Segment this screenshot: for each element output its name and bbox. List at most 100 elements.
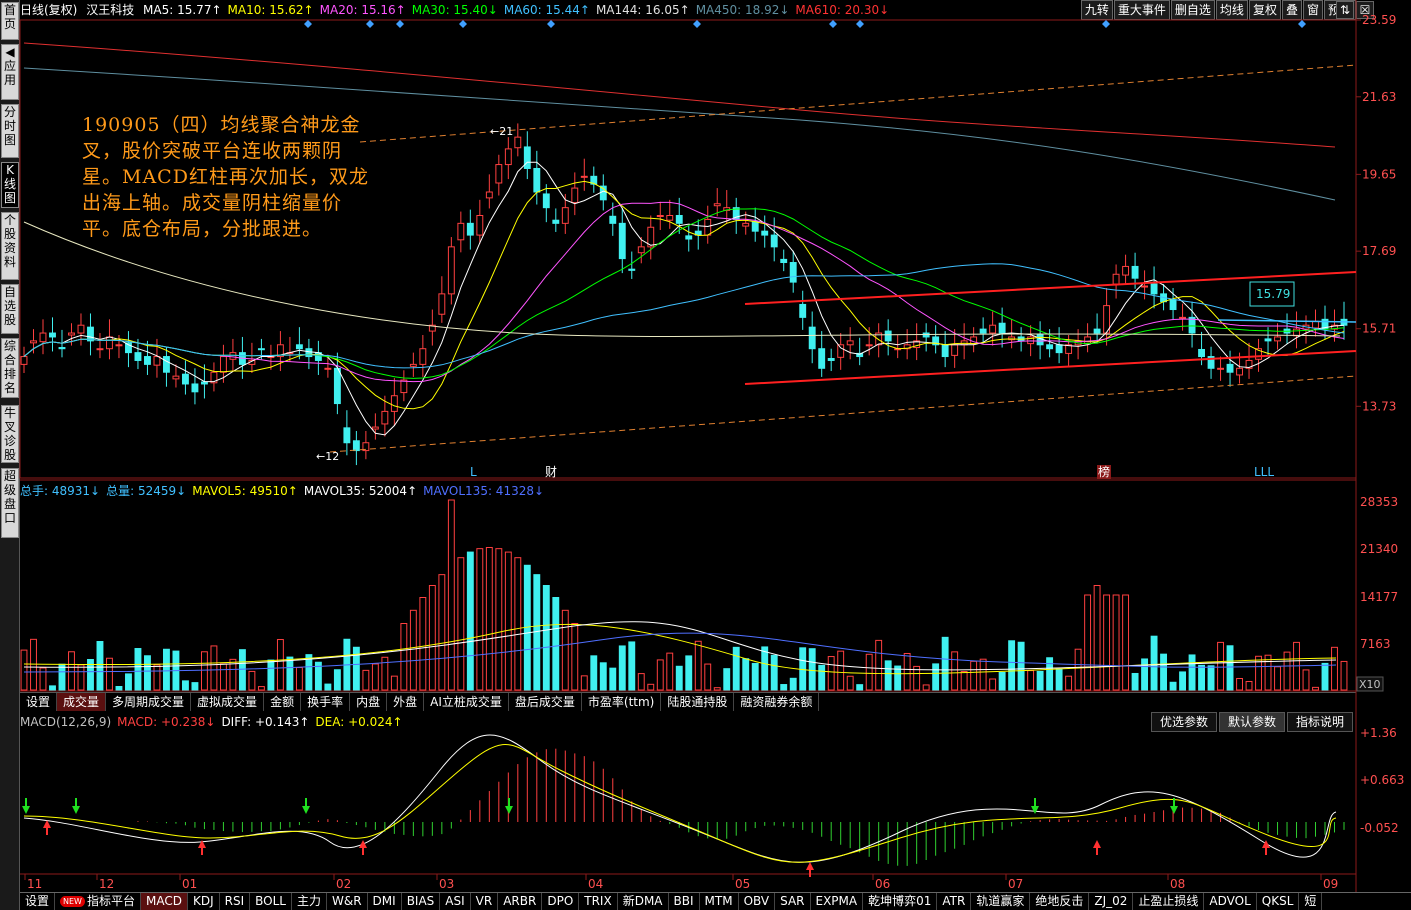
candle-body: [495, 164, 503, 184]
candle-body: [979, 328, 987, 334]
candle-body: [713, 203, 721, 207]
candle-body: [1264, 338, 1272, 342]
candle-body: [780, 258, 788, 264]
volume-bar: [989, 678, 997, 691]
month-label: 02: [336, 877, 351, 891]
volume-bar: [1274, 666, 1281, 691]
volume-bar: [1008, 640, 1016, 691]
volume-bar: [580, 675, 588, 691]
candle-body: [504, 148, 512, 166]
macd-axis-label: -0.052: [1360, 821, 1399, 835]
price-axis-label: 15.71: [1362, 322, 1396, 336]
volume-bar: [979, 658, 987, 691]
event-diamond-icon[interactable]: [856, 20, 864, 28]
volume-bar: [125, 673, 132, 691]
month-label: 12: [99, 877, 114, 891]
event-diamond-icon[interactable]: [459, 20, 467, 28]
volume-bar: [694, 640, 702, 691]
volume-bar: [970, 660, 978, 691]
month-label: 09: [1323, 877, 1338, 891]
sell-signal-arrow-icon: [1031, 806, 1039, 814]
candle-body: [96, 348, 104, 351]
candle-body: [390, 395, 398, 412]
event-diamond-icon[interactable]: [829, 20, 837, 28]
ma610-line: [23, 42, 1336, 148]
volume-bar: [106, 657, 113, 691]
price-axis-label: 23.59: [1362, 13, 1396, 27]
volume-bar: [1236, 677, 1243, 691]
candle-body: [457, 222, 465, 241]
candle-body: [514, 136, 522, 149]
event-diamond-icon[interactable]: [547, 20, 555, 28]
volume-bar: [1074, 648, 1082, 691]
volume-bar: [884, 660, 892, 691]
event-diamond-icon[interactable]: [1102, 20, 1110, 28]
volume-bar: [457, 557, 465, 691]
candle-body: [419, 348, 427, 365]
volume-bar: [628, 641, 636, 691]
volume-bar: [428, 585, 436, 691]
candle-body: [799, 303, 807, 318]
candle-body: [998, 322, 1006, 334]
price-axis-label: 13.73: [1362, 399, 1396, 413]
volume-bar: [1264, 654, 1272, 691]
volume-bar: [438, 574, 446, 691]
volume-bar: [865, 653, 873, 691]
sell-signal-arrow-icon: [22, 806, 30, 814]
volume-bar: [1169, 681, 1177, 691]
candle-body: [409, 363, 417, 367]
event-marker[interactable]: 财: [545, 465, 557, 479]
candle-body: [666, 215, 674, 221]
candle-body: [58, 347, 66, 350]
event-marker[interactable]: L: [470, 465, 477, 479]
candle-body: [1150, 283, 1158, 295]
candle-body: [77, 324, 85, 334]
macd-axis-label: +1.36: [1360, 726, 1397, 740]
volume-bar: [561, 609, 569, 691]
volume-bar: [409, 609, 417, 691]
volume-bar: [1055, 668, 1063, 691]
volume-axis-label: 7163: [1360, 637, 1391, 651]
candle-body: [1046, 344, 1054, 350]
event-diamond-icon[interactable]: [366, 20, 374, 28]
volume-bar: [163, 648, 170, 691]
candle-body: [87, 326, 94, 342]
candle-body: [1093, 328, 1101, 334]
volume-bar: [1321, 662, 1329, 691]
candle-body: [30, 340, 37, 344]
event-diamond-icon[interactable]: [396, 20, 404, 28]
volume-bar: [1017, 641, 1025, 691]
volume-bar: [115, 686, 123, 691]
candle-body: [1179, 316, 1187, 319]
volume-bar: [58, 663, 66, 691]
volume-bar: [808, 648, 816, 691]
volume-bar: [39, 667, 47, 691]
volume-bar: [1036, 670, 1044, 691]
volume-bar: [248, 670, 256, 691]
volume-bar: [571, 623, 579, 691]
volume-bar: [1340, 660, 1348, 691]
volume-bar: [1065, 675, 1073, 691]
volume-bar: [1283, 651, 1291, 691]
diff-line: [23, 734, 1337, 863]
candle-body: [172, 375, 180, 380]
volume-bar: [466, 551, 474, 691]
buy-signal-arrow-icon: [359, 840, 367, 848]
event-diamond-icon[interactable]: [1298, 20, 1306, 28]
event-marker[interactable]: LLL: [1254, 465, 1274, 479]
kline-chart[interactable]: 23.59 21.63 19.65 17.69 15.71 13.73 ←21 ←12 15.7…: [0, 0, 1411, 910]
event-marker[interactable]: 榜: [1098, 464, 1110, 479]
volume-bar: [371, 663, 379, 691]
volume-bar: [514, 557, 522, 691]
candle-body: [343, 427, 351, 444]
volume-bar: [267, 659, 275, 691]
event-diamond-icon[interactable]: [693, 20, 701, 28]
candle-body: [144, 356, 151, 365]
month-label: 03: [439, 877, 454, 891]
event-diamond-icon[interactable]: [304, 20, 312, 28]
candle-body: [675, 215, 683, 224]
candle-body: [466, 222, 474, 236]
macd-histogram: [137, 748, 1345, 866]
candle-body: [865, 344, 873, 347]
low-price-marker: ←12: [316, 450, 339, 463]
